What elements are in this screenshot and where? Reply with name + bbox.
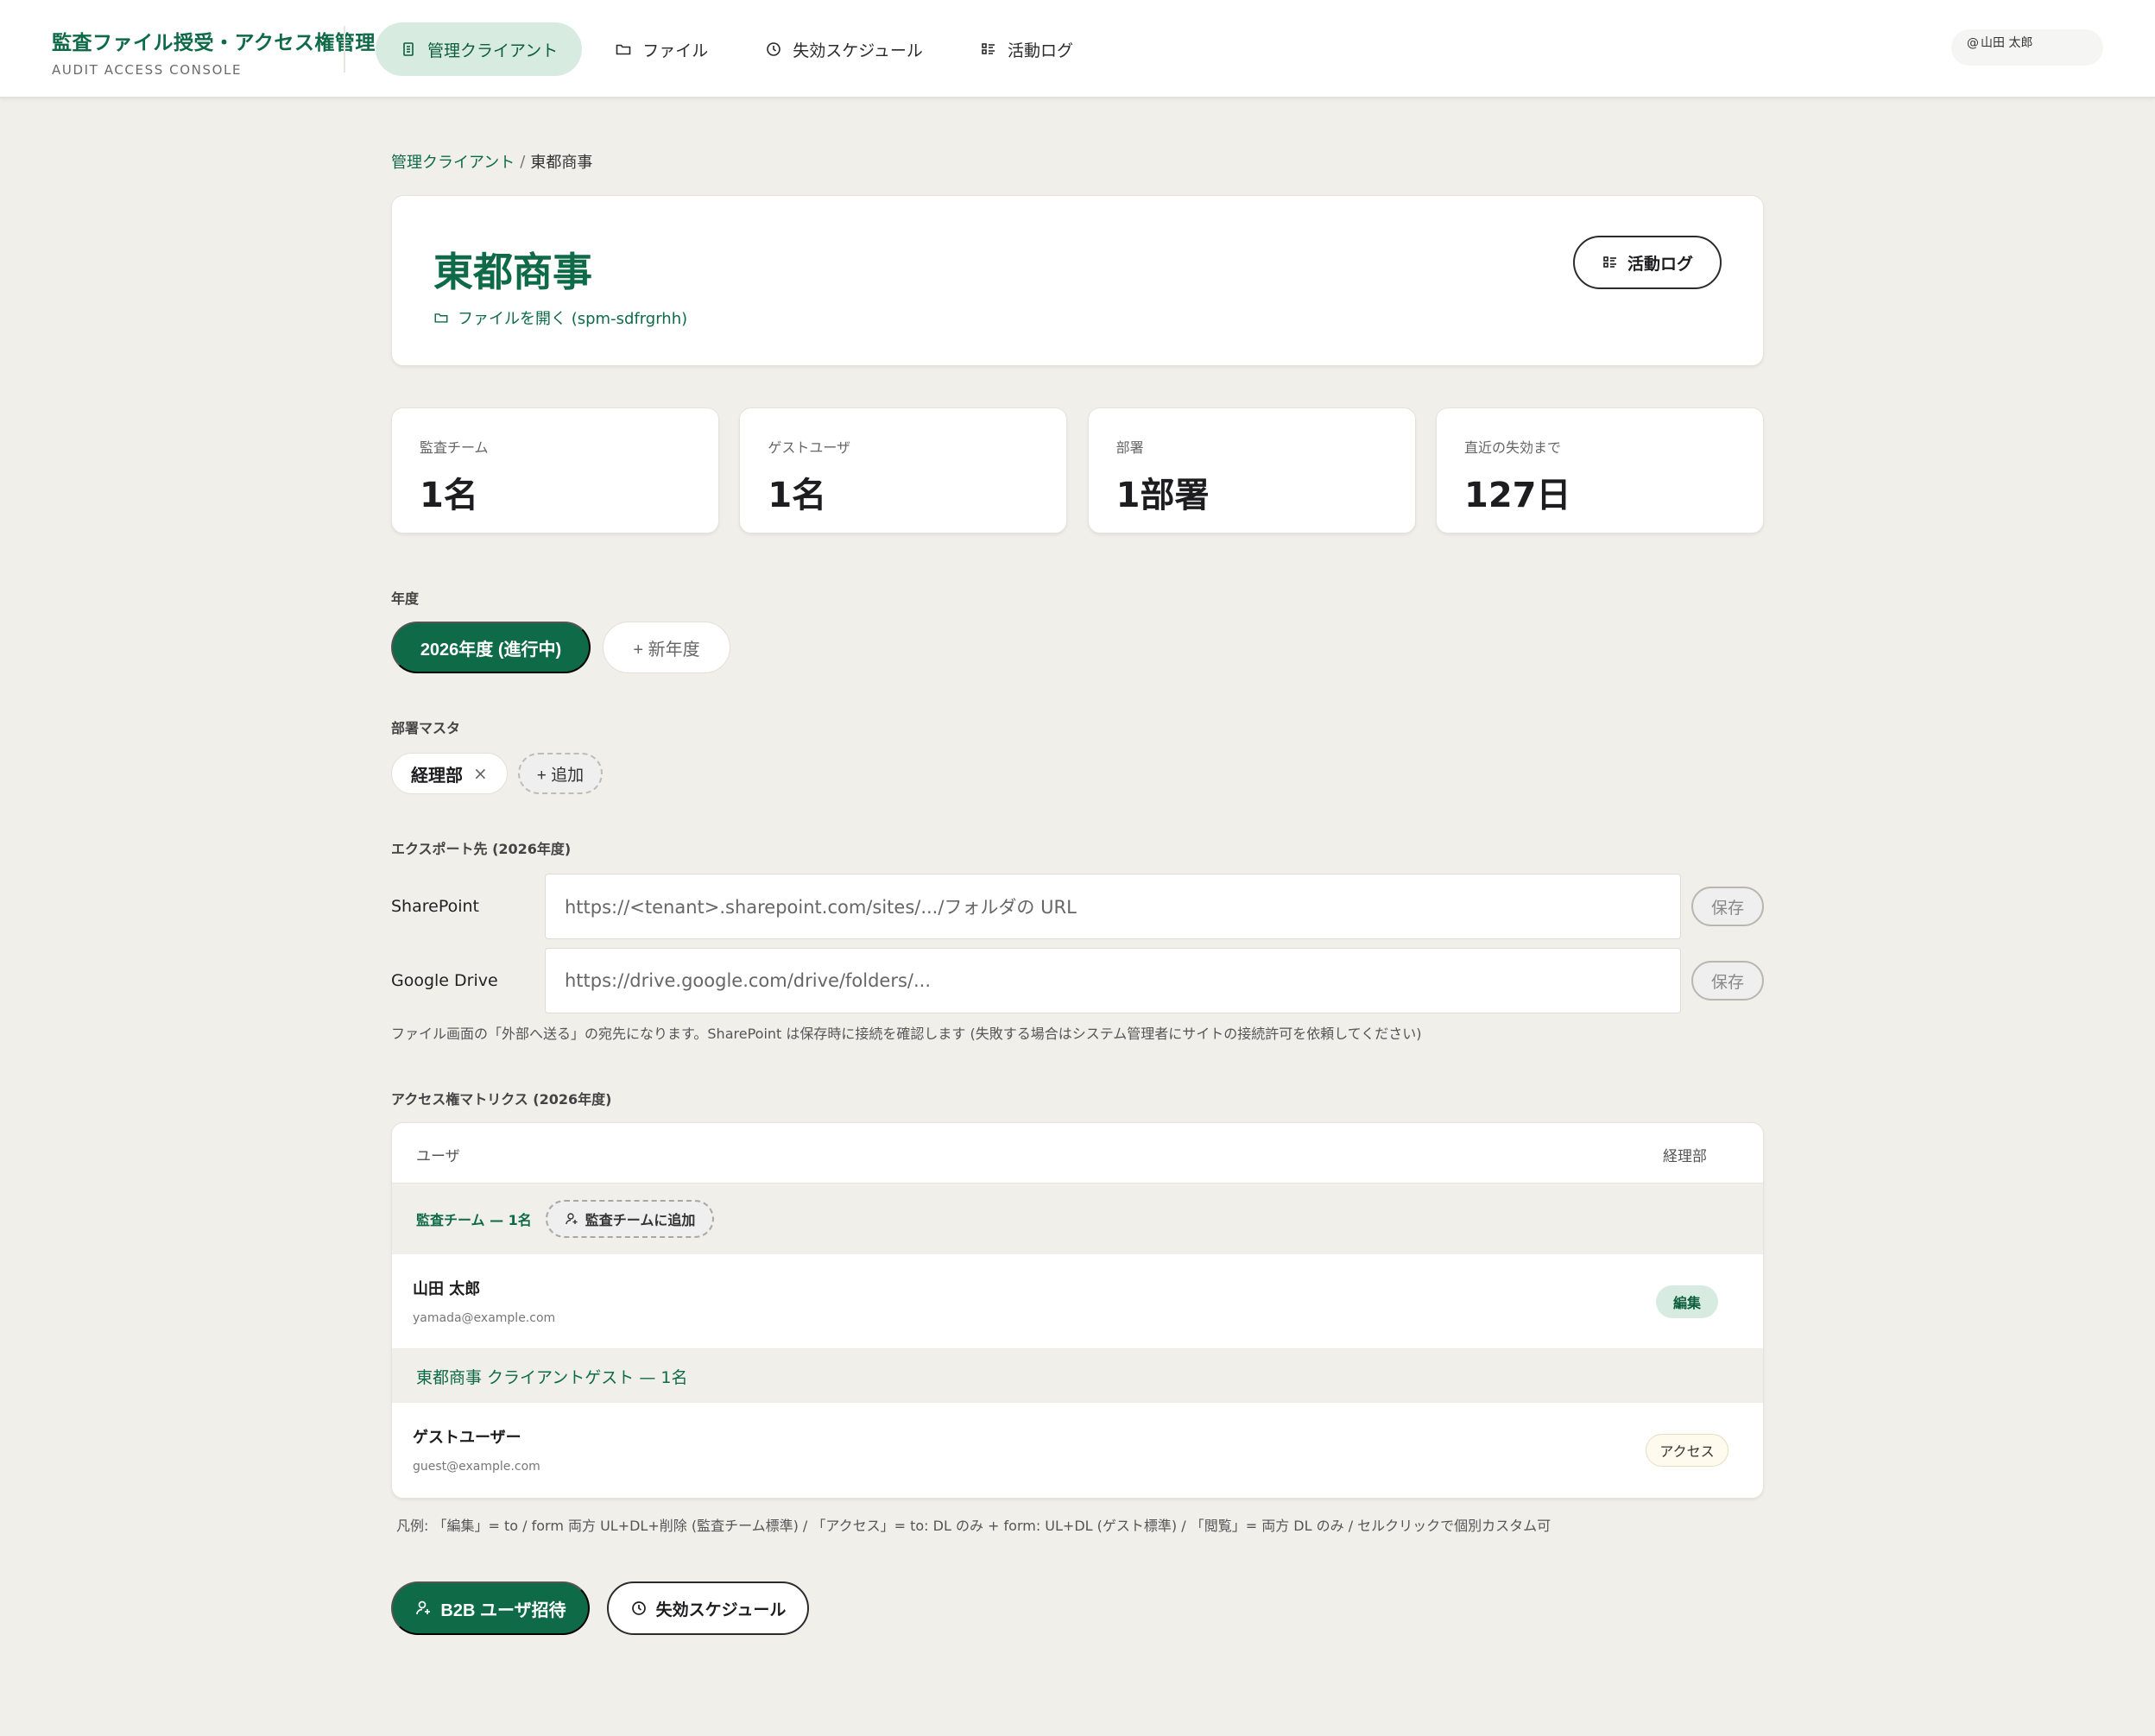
- activity-log-label: 活動ログ: [1627, 255, 1693, 274]
- list-icon: [1603, 256, 1616, 268]
- nav-item-label: 失効スケジュール: [793, 41, 923, 60]
- stat-label: 直近の失効まで: [1463, 439, 1561, 456]
- nav-item-label: 管理クライアント: [427, 41, 559, 60]
- save-button[interactable]: 保存: [1691, 961, 1764, 1001]
- stat-card-expiry: 直近の失効まで 127日: [1435, 407, 1764, 533]
- stat-label: ゲストユーザ: [768, 439, 851, 456]
- open-files-link[interactable]: ファイルを開く (spm-sdfrgrhh): [433, 306, 687, 329]
- add-to-audit-team-label: 監査チームに追加: [585, 1214, 696, 1228]
- nav-item-label: 活動ログ: [1007, 41, 1073, 60]
- invite-b2b-user-button[interactable]: B2B ユーザ招待: [391, 1581, 590, 1635]
- new-fiscal-year-button[interactable]: + 新年度: [603, 622, 730, 673]
- google-drive-url-input[interactable]: https://drive.google.com/drive/folders/.…: [545, 948, 1681, 1013]
- top-bar: 監査ファイル授受・アクセス権管理 AUDIT ACCESS CONSOLE 管理…: [0, 0, 2155, 98]
- stats-row: 監査チーム 1名 ゲストユーザ 1名 部署 1部署 直近の失効まで 127日: [391, 407, 1764, 533]
- main-nav: 管理クライアント ファイル 失効スケジュール 活動ログ: [376, 22, 1106, 76]
- app-title: 監査ファイル授受・アクセス権管理: [52, 32, 376, 54]
- permission-cell-badge[interactable]: 編集: [1656, 1285, 1718, 1318]
- fiscal-year-active-button[interactable]: 2026年度 (進行中): [391, 622, 591, 673]
- nav-item-schedule[interactable]: 失効スケジュール: [741, 22, 947, 76]
- building-icon: [403, 42, 414, 56]
- client-name: 東都商事: [433, 249, 592, 295]
- add-department-button[interactable]: + 追加: [517, 753, 604, 794]
- export-row-sharepoint: SharePoint https://<tenant>.sharepoint.c…: [391, 874, 1764, 939]
- stat-card-audit-team: 監査チーム 1名: [391, 407, 719, 533]
- folder-icon: [616, 44, 631, 55]
- brand-divider: [344, 26, 345, 73]
- export-row-label: SharePoint: [391, 897, 480, 916]
- sharepoint-url-input[interactable]: https://<tenant>.sharepoint.com/sites/..…: [545, 874, 1681, 939]
- nav-item-files[interactable]: ファイル: [591, 22, 732, 76]
- user-add-icon: [566, 1213, 578, 1225]
- user-name: 山田 太郎: [1981, 36, 2033, 50]
- close-icon[interactable]: ×: [473, 763, 488, 784]
- stat-value: 127日: [1463, 476, 1571, 515]
- export-destination-label: エクスポート先 (2026年度): [391, 841, 572, 857]
- action-bar: B2B ユーザ招待 失効スケジュール: [391, 1581, 809, 1635]
- expiry-schedule-button[interactable]: 失効スケジュール: [607, 1581, 809, 1635]
- expiry-schedule-label: 失効スケジュール: [655, 1600, 787, 1619]
- breadcrumb: 管理クライアント / 東都商事: [391, 147, 1764, 176]
- export-row-label: Google Drive: [391, 971, 498, 990]
- group-title: 監査チーム — 1名: [416, 1212, 532, 1228]
- clock-icon: [767, 42, 781, 56]
- stat-value: 1部署: [1115, 476, 1210, 515]
- fiscal-year-label: 年度: [391, 590, 420, 607]
- brand[interactable]: 監査ファイル授受・アクセス権管理 AUDIT ACCESS CONSOLE: [52, 26, 376, 78]
- breadcrumb-root-link[interactable]: 管理クライアント: [391, 150, 515, 173]
- group-header-audit-team: 監査チーム — 1名 監査チームに追加: [392, 1184, 1763, 1254]
- department-chip-label: 経理部: [411, 764, 463, 786]
- stat-value: 1名: [768, 476, 827, 515]
- user-name: ゲストユーザー: [413, 1429, 521, 1447]
- group-title: 東都商事 クライアントゲスト — 1名: [416, 1367, 688, 1387]
- open-files-label: ファイルを開く (spm-sdfrgrhh): [458, 310, 688, 328]
- department-chips: 経理部 × + 追加: [391, 753, 604, 794]
- table-header: ユーザ 経理部: [392, 1123, 1763, 1184]
- activity-log-button[interactable]: 活動ログ: [1573, 236, 1722, 289]
- access-matrix-table: ユーザ 経理部 監査チーム — 1名 監査チームに追加 山田 太郎 yamada…: [391, 1122, 1764, 1499]
- user-email: yamada@example.com: [413, 1311, 556, 1325]
- permission-cell-badge[interactable]: アクセス: [1646, 1434, 1728, 1467]
- stat-value: 1名: [420, 476, 478, 515]
- save-button[interactable]: 保存: [1691, 887, 1764, 926]
- department-master-label: 部署マスタ: [391, 720, 461, 736]
- folder-icon: [434, 313, 448, 323]
- column-header-user: ユーザ: [416, 1148, 460, 1165]
- permission-legend: 凡例: 「編集」= to / form 両方 UL+DL+削除 (監査チーム標準…: [396, 1518, 1551, 1534]
- user-name: 山田 太郎: [413, 1280, 481, 1298]
- export-row-google-drive: Google Drive https://drive.google.com/dr…: [391, 948, 1764, 1013]
- fiscal-year-selector: 2026年度 (進行中) + 新年度: [391, 622, 730, 673]
- department-chip[interactable]: 経理部 ×: [391, 753, 508, 794]
- list-icon: [982, 43, 995, 54]
- access-matrix-label: アクセス権マトリクス (2026年度): [391, 1091, 612, 1108]
- export-help-text: ファイル画面の「外部へ送る」の宛先になります。SharePoint は保存時に接…: [391, 1026, 1422, 1042]
- invite-b2b-user-label: B2B ユーザ招待: [440, 1600, 566, 1620]
- column-header-department: 経理部: [1663, 1148, 1707, 1165]
- at-icon: @: [1967, 36, 1979, 50]
- add-to-audit-team-button[interactable]: 監査チームに追加: [545, 1200, 715, 1238]
- stat-card-guest-users: ゲストユーザ 1名: [739, 407, 1068, 533]
- stat-label: 監査チーム: [420, 439, 489, 456]
- user-menu[interactable]: @ 山田 太郎: [1951, 29, 2103, 66]
- breadcrumb-current: 東都商事: [530, 154, 593, 172]
- nav-item-label: ファイル: [642, 41, 709, 60]
- user-add-icon: [416, 1600, 431, 1615]
- breadcrumb-separator: /: [520, 152, 526, 171]
- client-header-card: 東都商事 ファイルを開く (spm-sdfrgrhh) 活動ログ: [391, 195, 1764, 366]
- group-header-client-guest: 東都商事 クライアントゲスト — 1名: [392, 1349, 1763, 1403]
- stat-label: 部署: [1115, 439, 1144, 456]
- table-row: ゲストユーザー guest@example.com アクセス: [392, 1403, 1763, 1498]
- app-subtitle: AUDIT ACCESS CONSOLE: [52, 62, 243, 78]
- nav-item-activity-log[interactable]: 活動ログ: [956, 22, 1097, 76]
- nav-item-clients[interactable]: 管理クライアント: [376, 22, 583, 76]
- user-email: guest@example.com: [413, 1460, 540, 1474]
- main-content: 管理クライアント / 東都商事 東都商事 ファイルを開く (spm-sdfrgr…: [391, 147, 1764, 1635]
- table-row: 山田 太郎 yamada@example.com 編集: [392, 1254, 1763, 1349]
- clock-icon: [631, 1601, 646, 1615]
- stat-card-departments: 部署 1部署: [1087, 407, 1416, 533]
